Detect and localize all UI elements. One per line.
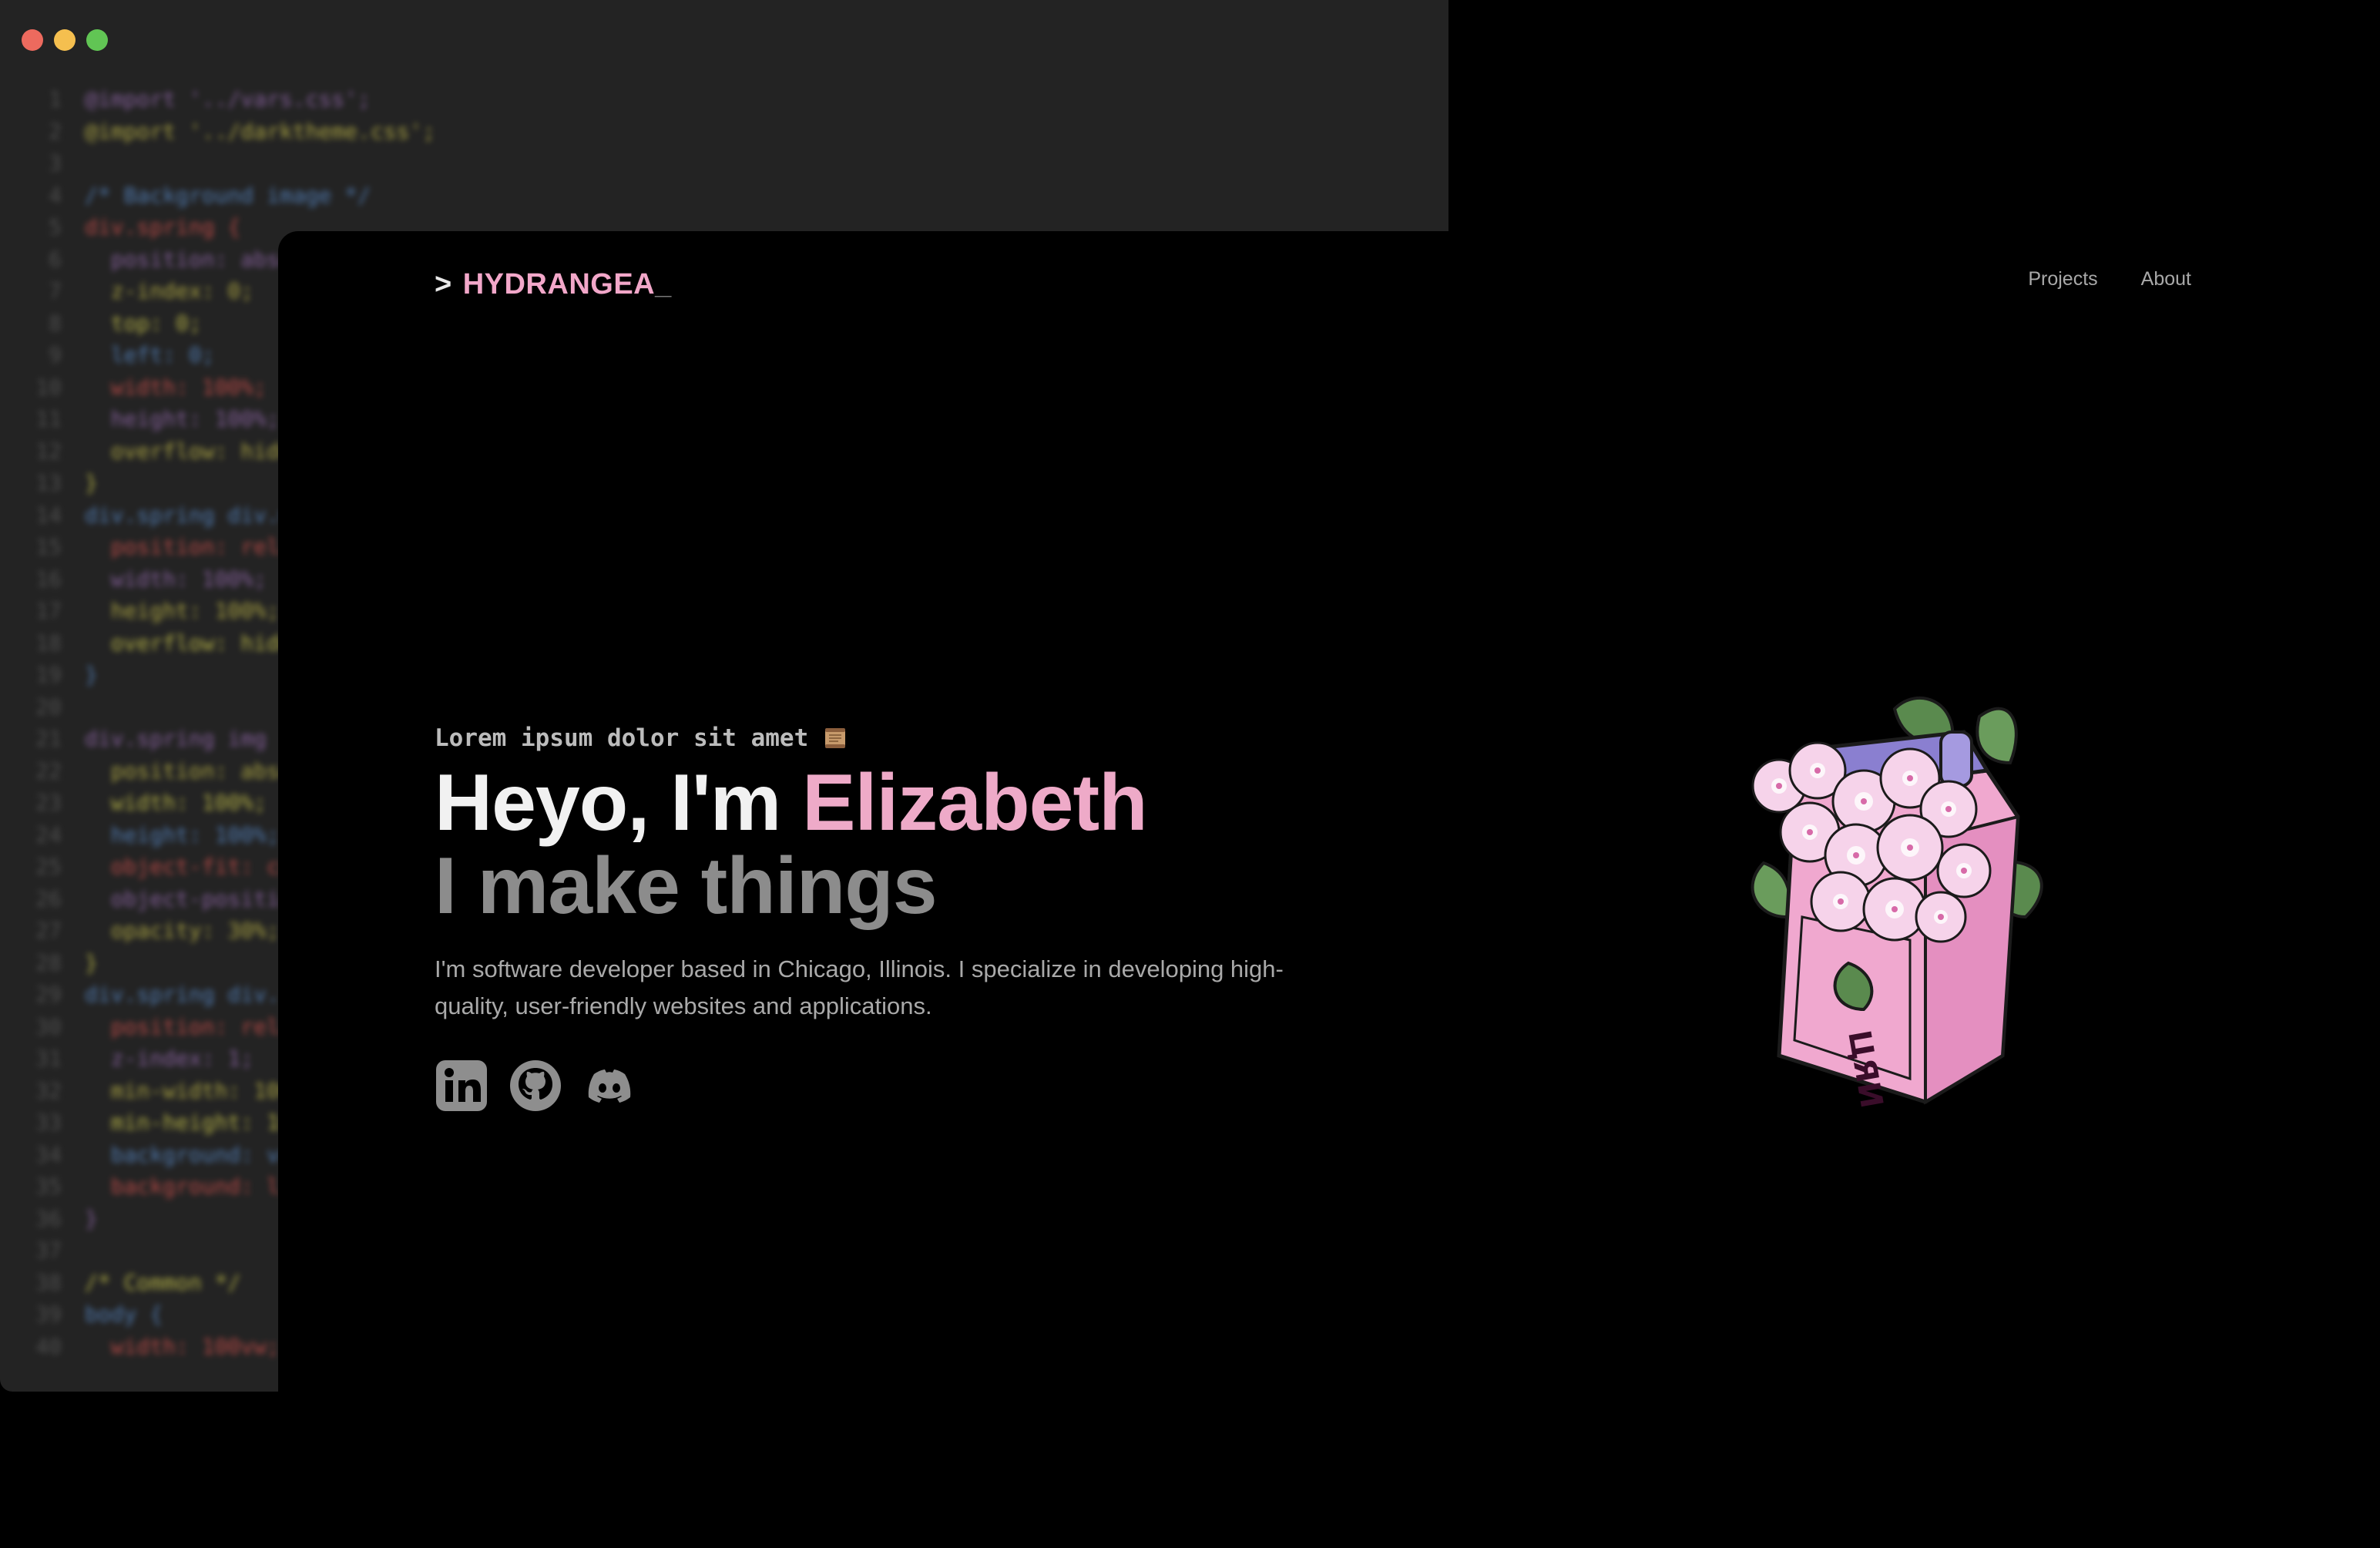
code-text: width: 100vw; <box>85 1333 280 1359</box>
line-number: 31 <box>35 1046 62 1072</box>
hydrangea-carton-illustration: ЦЯИ <box>1733 686 2072 1117</box>
hero-bio: I'm software developer based in Chicago,… <box>435 955 1284 1019</box>
line-number: 16 <box>35 566 62 592</box>
maximize-window-button[interactable] <box>86 29 108 51</box>
code-line: 2 @import '../darktheme.css'; <box>15 116 1448 148</box>
line-number: 12 <box>35 438 62 464</box>
hero-kicker: Lorem ipsum dolor sit amet <box>435 724 1436 752</box>
code-text: /* Background image */ <box>85 182 371 208</box>
line-number: 13 <box>35 470 62 496</box>
line-number: 33 <box>35 1110 62 1136</box>
code-text: } <box>85 470 98 496</box>
line-number: 38 <box>35 1269 62 1295</box>
logo-cursor: _ <box>655 268 672 301</box>
line-number: 37 <box>35 1237 62 1264</box>
line-number: 39 <box>35 1301 62 1328</box>
line-number: 2 <box>49 118 62 144</box>
window-controls <box>22 29 108 51</box>
logo-name: HYDRANGEA <box>462 268 656 301</box>
line-number: 24 <box>35 821 62 848</box>
github-icon[interactable] <box>509 1059 562 1113</box>
code-text: height: 100%; <box>85 821 280 848</box>
code-text: width: 100%; <box>85 374 267 400</box>
code-line: 4 /* Background image */ <box>15 180 1448 212</box>
logo-prompt: > <box>435 268 452 301</box>
line-number: 8 <box>49 310 62 336</box>
minimize-window-button[interactable] <box>54 29 76 51</box>
line-number: 10 <box>35 374 62 400</box>
code-line: 1 @import '../vars.css'; <box>15 83 1448 116</box>
code-text: width: 100%; <box>85 566 267 592</box>
hero-name: Elizabeth <box>802 758 1148 848</box>
nav-projects-link[interactable]: Projects <box>2028 268 2097 290</box>
line-number: 11 <box>35 406 62 432</box>
code-text: div.spring { <box>85 214 241 240</box>
line-number: 26 <box>35 885 62 912</box>
site-logo[interactable]: > HYDRANGEA_ <box>435 268 672 301</box>
line-number: 23 <box>35 790 62 816</box>
line-number: 1 <box>49 86 62 112</box>
line-number: 36 <box>35 1205 62 1231</box>
line-number: 6 <box>49 246 62 272</box>
line-number: 27 <box>35 918 62 944</box>
scroll-icon <box>822 725 848 751</box>
kicker-text: Lorem ipsum dolor sit amet <box>435 724 809 752</box>
code-text: z-index: 0; <box>85 278 254 304</box>
nav-about-link[interactable]: About <box>2141 268 2191 290</box>
line-number: 25 <box>35 854 62 880</box>
code-text: } <box>85 1205 98 1231</box>
line-number: 17 <box>35 598 62 624</box>
code-text: height: 100%; <box>85 598 280 624</box>
social-links <box>435 1059 1436 1113</box>
code-text: div.spring img { <box>85 726 293 752</box>
hero-heading: Heyo, I'm Elizabeth <box>435 761 1436 845</box>
code-text: } <box>85 662 98 688</box>
line-number: 5 <box>49 214 62 240</box>
code-text: height: 100%; <box>85 406 280 432</box>
discord-icon[interactable] <box>582 1059 636 1113</box>
code-text: opacity: 30%; <box>85 918 280 944</box>
line-number: 21 <box>35 726 62 752</box>
hero-greeting: Heyo, I'm <box>435 758 781 848</box>
line-number: 35 <box>35 1174 62 1200</box>
line-number: 4 <box>49 182 62 208</box>
line-number: 29 <box>35 982 62 1008</box>
code-line: 3 <box>15 147 1448 180</box>
code-text: @import '../darktheme.css'; <box>85 118 436 144</box>
line-number: 40 <box>35 1333 62 1359</box>
line-number: 3 <box>49 150 62 176</box>
line-number: 34 <box>35 1141 62 1167</box>
hero-tagline: I make things <box>435 841 938 931</box>
top-nav: Projects About <box>2028 268 2191 290</box>
line-number: 9 <box>49 342 62 368</box>
close-window-button[interactable] <box>22 29 43 51</box>
code-text: body { <box>85 1301 163 1328</box>
code-text: } <box>85 949 98 975</box>
code-text: top: 0; <box>85 310 202 336</box>
line-number: 28 <box>35 949 62 975</box>
line-number: 30 <box>35 1013 62 1039</box>
code-text: /* Common */ <box>85 1269 241 1295</box>
code-text: @import '../vars.css'; <box>85 86 371 112</box>
line-number: 22 <box>35 757 62 784</box>
code-text: left: 0; <box>85 342 215 368</box>
line-number: 19 <box>35 662 62 688</box>
code-text: z-index: 1; <box>85 1046 254 1072</box>
code-text: width: 100%; <box>85 790 267 816</box>
linkedin-icon[interactable] <box>435 1059 488 1113</box>
line-number: 18 <box>35 630 62 656</box>
line-number: 20 <box>35 693 62 720</box>
website-window: > HYDRANGEA_ Projects About Lorem ipsum d… <box>278 231 2380 1394</box>
line-number: 14 <box>35 502 62 528</box>
hero-section: Lorem ipsum dolor sit amet Heyo, I'm Eli… <box>435 724 1436 1113</box>
line-number: 32 <box>35 1077 62 1103</box>
line-number: 7 <box>49 278 62 304</box>
line-number: 15 <box>35 534 62 560</box>
